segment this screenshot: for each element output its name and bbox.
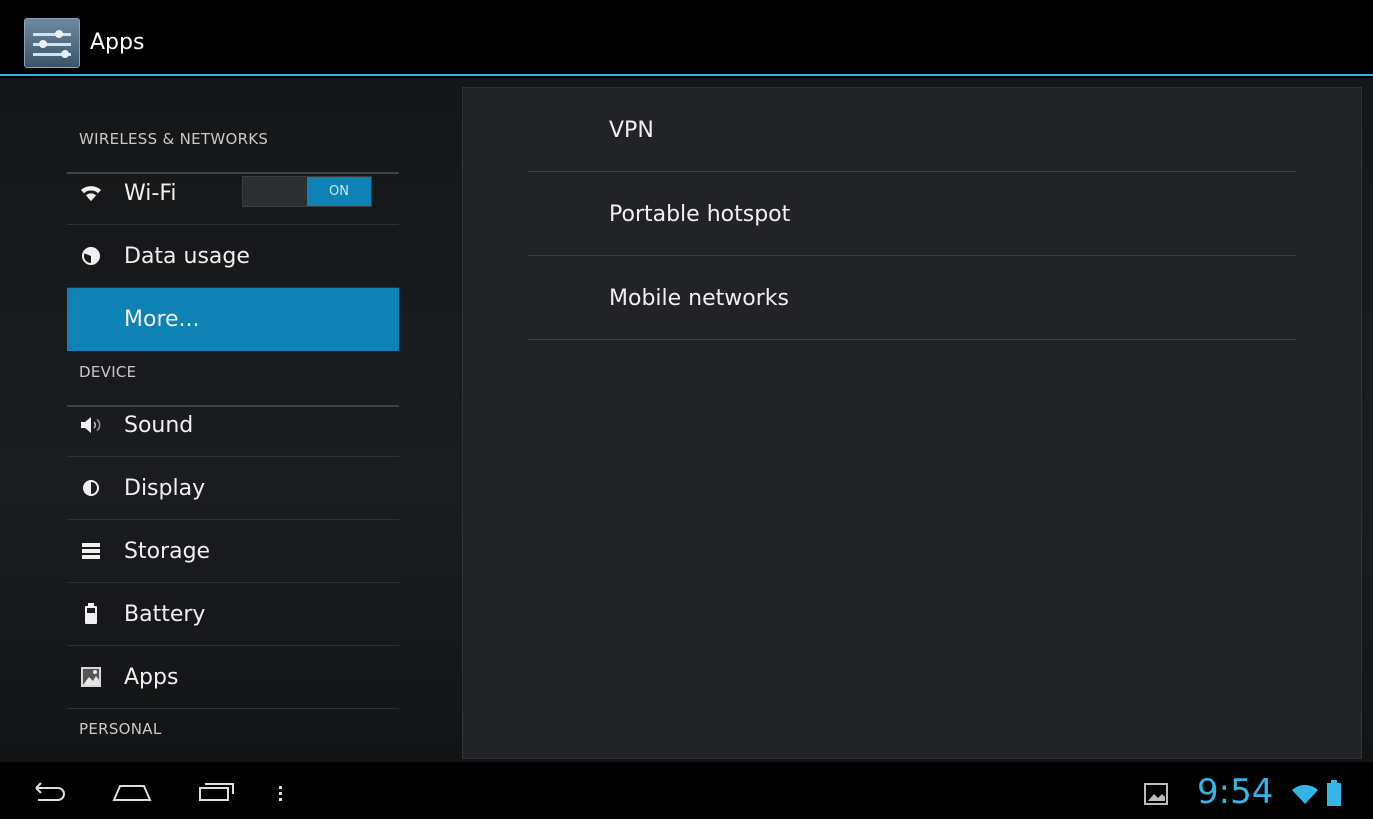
sidebar-item-label: Wi-Fi <box>124 181 177 206</box>
sidebar-item-label: More... <box>124 307 200 332</box>
sidebar-item-label: Data usage <box>124 244 250 269</box>
status-clock: 9:54 <box>1197 772 1274 812</box>
list-item-label: VPN <box>609 118 654 143</box>
speaker-icon <box>79 413 103 437</box>
settings-main: WIRELESS & NETWORKS Wi-Fi ON Data usage … <box>0 78 1373 764</box>
sidebar-item-label: Battery <box>124 602 206 627</box>
brightness-icon <box>79 476 103 500</box>
data-usage-icon <box>79 244 103 268</box>
sidebar-item-battery[interactable]: Battery <box>67 583 399 646</box>
recent-apps-icon[interactable] <box>195 776 235 806</box>
sidebar-item-sound[interactable]: Sound <box>67 394 399 457</box>
sidebar-item-label: Apps <box>124 665 179 690</box>
gallery-icon[interactable] <box>1144 782 1170 806</box>
storage-icon <box>79 539 103 563</box>
action-bar: Apps <box>0 0 1373 76</box>
sidebar-item-wifi[interactable]: Wi-Fi ON <box>67 162 399 225</box>
list-item-portable-hotspot[interactable]: Portable hotspot <box>528 172 1296 256</box>
sidebar-item-storage[interactable]: Storage <box>67 520 399 583</box>
sidebar-item-label: Display <box>124 476 206 501</box>
settings-sliders-icon[interactable] <box>24 18 80 68</box>
section-header-personal: PERSONAL <box>67 720 399 764</box>
settings-category-list: WIRELESS & NETWORKS Wi-Fi ON Data usage … <box>67 78 399 764</box>
toggle-state-label: ON <box>307 177 371 206</box>
list-item-label: Mobile networks <box>609 286 789 311</box>
home-icon[interactable] <box>110 776 152 806</box>
list-item-mobile-networks[interactable]: Mobile networks <box>528 256 1296 340</box>
sidebar-item-label: Sound <box>124 413 194 438</box>
sidebar-item-apps[interactable]: Apps <box>67 646 399 709</box>
list-item-label: Portable hotspot <box>609 202 791 227</box>
wifi-signal-icon <box>1290 782 1320 806</box>
apps-icon <box>79 665 103 689</box>
sidebar-item-more[interactable]: More... <box>67 288 399 351</box>
back-icon[interactable] <box>28 776 68 806</box>
battery-status-icon <box>1326 779 1342 807</box>
battery-icon <box>79 602 103 626</box>
menu-icon[interactable] <box>270 776 290 806</box>
more-settings-pane: VPN Portable hotspot Mobile networks <box>462 87 1362 759</box>
list-item-vpn[interactable]: VPN <box>528 88 1296 172</box>
sidebar-item-label: Storage <box>124 539 211 564</box>
system-bar: 9:54 <box>0 762 1373 819</box>
sidebar-item-data-usage[interactable]: Data usage <box>67 225 399 288</box>
sidebar-item-display[interactable]: Display <box>67 457 399 520</box>
wifi-icon <box>79 181 103 205</box>
action-bar-title: Apps <box>90 30 145 55</box>
wifi-toggle[interactable]: ON <box>242 176 372 207</box>
